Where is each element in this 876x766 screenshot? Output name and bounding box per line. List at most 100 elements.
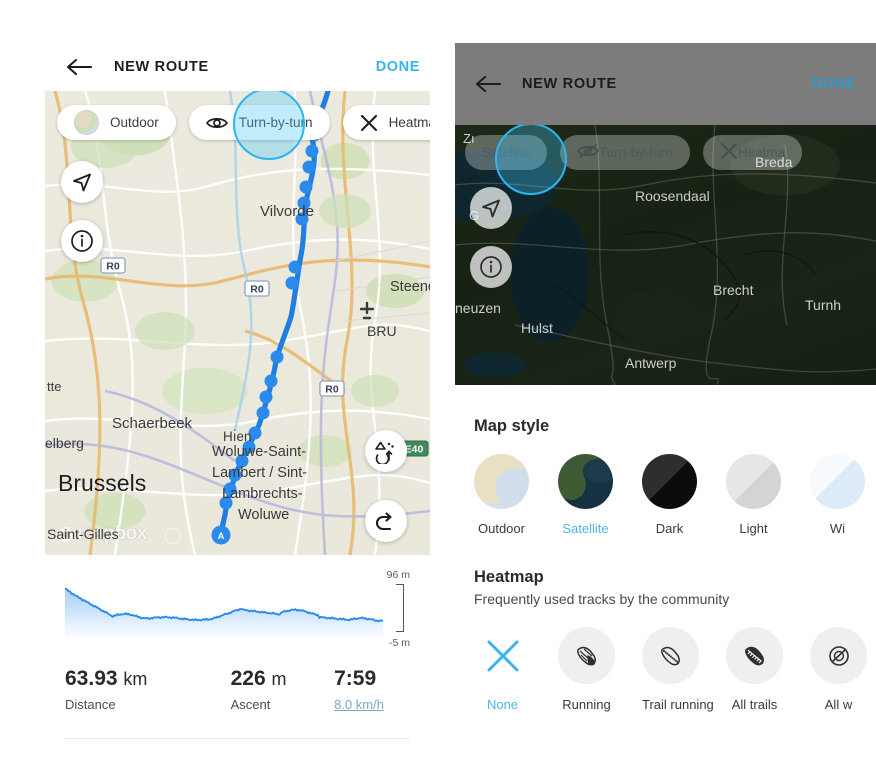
heatmap-label: All w — [824, 697, 853, 712]
map-place-label: tte — [47, 379, 61, 394]
chip-map-style[interactable]: Outdoor — [57, 105, 176, 140]
heatmap-subtitle: Frequently used tracks by the community — [474, 591, 730, 607]
map-place-label: Saint-Gilles — [47, 526, 119, 542]
heatmap-label: Running — [562, 697, 611, 712]
chip-heatmap[interactable]: Heatma — [702, 135, 803, 170]
page-title: NEW ROUTE — [114, 59, 209, 75]
map-style-thumb-icon — [558, 454, 613, 509]
eye-icon — [205, 116, 228, 130]
map-style-option-wi[interactable]: Wi — [810, 454, 865, 536]
chip-map-style[interactable]: Satellite — [465, 135, 548, 170]
road-shield-label: R0 — [250, 283, 264, 295]
map-place-label: BRU — [367, 323, 397, 339]
info-circle-icon — [71, 230, 93, 252]
section-divider — [65, 738, 410, 739]
running-shoe-icon — [558, 627, 615, 684]
map-info-button[interactable] — [61, 220, 103, 262]
right-appbar: NEW ROUTE DONE — [455, 43, 876, 125]
map-place-label: Hı̇en — [223, 429, 252, 444]
map-place-label: Schaerbeek — [112, 415, 193, 432]
map-style-label: Outdoor — [478, 521, 525, 536]
map-place-label: Steenc — [390, 279, 430, 295]
map-style-label: Light — [739, 521, 768, 536]
page-title: NEW ROUTE — [522, 76, 617, 92]
heatmap-option-none[interactable]: None — [474, 627, 531, 712]
back-arrow-icon[interactable] — [471, 67, 505, 101]
close-x-icon — [720, 142, 738, 163]
stat-ascent: 226 m Ascent — [231, 667, 335, 712]
trail-shoe-icon — [642, 627, 699, 684]
stat-unit: km — [123, 669, 148, 689]
chip-heatmap[interactable]: Heatma — [342, 105, 430, 140]
left-appbar: NEW ROUTE DONE — [45, 43, 430, 91]
stat-unit: m — [271, 669, 287, 689]
locate-arrow-button[interactable] — [61, 161, 103, 203]
chip-turn-by-turn[interactable]: Turn-by-turn — [560, 135, 690, 170]
heatmap-label: Trail running — [642, 697, 714, 712]
map-place-label: Roosendaal — [635, 188, 710, 204]
road-shield-label: E40 — [405, 443, 424, 455]
map-place-label: Turnh — [805, 297, 841, 313]
heatmap-heading: Heatmap — [474, 568, 544, 586]
heatmap-options: None Running Trail running All trails All w — [474, 627, 876, 712]
heatmap-option-running[interactable]: Running — [558, 627, 615, 712]
chip-turn-by-turn[interactable]: Turn-by-turn — [188, 105, 330, 140]
elevation-chart — [65, 587, 383, 637]
reverse-route-button[interactable] — [365, 500, 407, 542]
map-place-label: Antwerp — [625, 355, 677, 371]
map-style-label: Wi — [829, 521, 846, 536]
eye-off-icon — [576, 143, 600, 162]
chip-label: Heatma — [388, 115, 430, 130]
elevation-min-label: -5 m — [389, 637, 410, 649]
done-button[interactable]: DONE — [812, 76, 856, 92]
map-place-label: Brussels — [58, 470, 146, 496]
mountain-terrain-icon — [375, 441, 394, 464]
done-button[interactable]: DONE — [376, 59, 420, 75]
map-style-option-dark[interactable]: Dark — [642, 454, 697, 536]
bike-wheel-icon — [810, 627, 867, 684]
map-style-option-light[interactable]: Light — [726, 454, 781, 536]
stat-label: Ascent — [230, 697, 271, 712]
map-place-label: Hulst — [521, 320, 553, 336]
heatmap-option-all-w[interactable]: All w — [810, 627, 867, 712]
stat-value: 63.93 — [65, 667, 118, 690]
map-place-label: elberg — [45, 435, 84, 451]
map-labels-layer: Vilvorde Steenc BRU Hı̇en tte Schaerbeek elber… — [45, 118, 430, 542]
locate-arrow-button[interactable] — [470, 187, 512, 229]
chip-label: Heatma — [737, 145, 786, 160]
route-map[interactable]: A VilvordeSteencBRUHı̇entteSchaerbeekelb… — [45, 91, 430, 555]
map-style-thumb-icon — [474, 454, 529, 509]
heatmap-option-trail-running[interactable]: Trail running — [642, 627, 714, 712]
map-chip-row: Outdoor Turn-by-turn Heatma — [57, 105, 430, 140]
map-style-option-satellite[interactable]: Satellite — [558, 454, 613, 536]
map-place-label: Lambrechts- — [222, 486, 303, 502]
road-shield-label: R0 — [106, 260, 120, 272]
heatmap-option-all-trails[interactable]: All trails — [726, 627, 783, 712]
hiking-boot-icon — [726, 627, 783, 684]
map-style-label: Satellite — [562, 521, 609, 536]
stat-value: 226 — [230, 667, 266, 690]
heatmap-label: All trails — [731, 697, 778, 712]
elevation-axis — [396, 584, 404, 632]
stat-speed-link[interactable]: 8.0 km/h — [334, 697, 410, 712]
stat-distance: 63.93 km Distance — [65, 667, 231, 712]
back-arrow-icon[interactable] — [62, 50, 96, 84]
map-place-label: Woluwe — [238, 507, 289, 523]
satellite-map[interactable]: ZıBredaRoosendaalGBrechtTurnhneuzenHulst… — [455, 125, 876, 385]
close-x-icon — [474, 627, 531, 684]
map-style-heading: Map style — [474, 417, 550, 435]
chip-label: Turn-by-turn — [599, 145, 673, 160]
road-shield-label: R0 — [325, 383, 339, 395]
navigation-arrow-icon — [73, 173, 91, 192]
terrain-layers-button[interactable] — [365, 430, 407, 472]
map-style-thumb-icon — [74, 110, 99, 135]
map-info-button[interactable] — [470, 246, 512, 288]
map-style-option-outdoor[interactable]: Outdoor — [474, 454, 529, 536]
elevation-max-label: 96 m — [386, 569, 410, 581]
map-place-label: neuzen — [455, 300, 501, 316]
stat-label: Distance — [65, 697, 116, 712]
u-turn-arrow-icon — [375, 512, 392, 531]
close-x-icon — [360, 114, 378, 132]
satellite-chip-row: Satellite Turn-by-turn Heatma — [465, 135, 803, 170]
heatmap-label: None — [486, 697, 519, 712]
